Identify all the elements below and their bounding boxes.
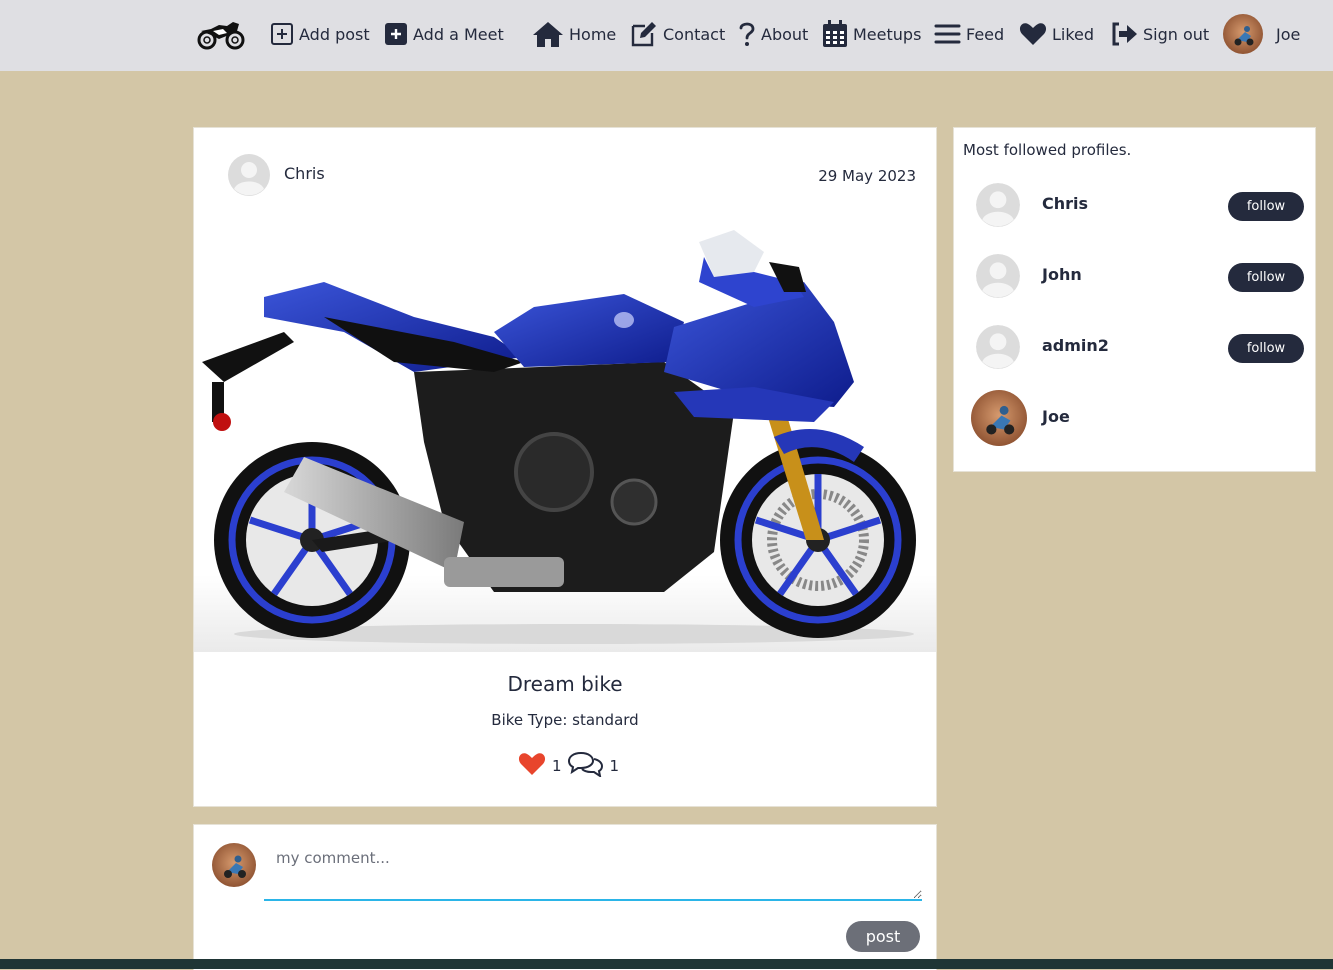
follow-button[interactable]: follow	[1228, 192, 1304, 221]
post-date: 29 May 2023	[818, 167, 916, 185]
heart-icon	[1019, 22, 1047, 46]
comment-user-avatar[interactable]	[212, 843, 256, 887]
profile-avatar[interactable]	[976, 325, 1020, 369]
nav-add-meet[interactable]: Add a Meet	[384, 18, 504, 50]
profile-row: Joe	[954, 390, 1315, 446]
nav-user-name: Joe	[1276, 24, 1301, 44]
post-stats: 1 1	[518, 751, 619, 781]
plus-square-icon	[270, 22, 294, 46]
nav-about-label: About	[761, 24, 809, 44]
nav-feed-label: Feed	[966, 24, 1005, 44]
nav-contact[interactable]: Contact	[630, 18, 725, 50]
nav-about[interactable]: About	[738, 18, 808, 50]
profile-avatar[interactable]	[976, 183, 1020, 227]
motorcycle-logo-icon[interactable]	[197, 17, 245, 51]
comment-form: post	[193, 824, 937, 970]
profile-name[interactable]: Joe	[1042, 407, 1070, 426]
profile-row: Chris follow	[954, 180, 1315, 230]
post-card: Chris 29 May 2023 Dream bike Bike Type: …	[193, 127, 937, 807]
like-heart-icon[interactable]	[518, 752, 546, 780]
edit-icon	[630, 20, 658, 48]
nav-add-post-label: Add post	[299, 24, 370, 44]
navbar: Add post Add a Meet Home Contact About M…	[0, 0, 1333, 71]
profile-name[interactable]: John	[1042, 265, 1082, 284]
nav-meetups-label: Meetups	[853, 24, 922, 44]
sidebar-title: Most followed profiles.	[963, 141, 1132, 159]
nav-meetups[interactable]: Meetups	[822, 18, 921, 50]
profile-name[interactable]: admin2	[1042, 336, 1109, 355]
post-bike-type: Bike Type: standard	[491, 711, 639, 729]
nav-contact-label: Contact	[663, 24, 726, 44]
nav-add-post[interactable]: Add post	[270, 18, 370, 50]
comment-textarea[interactable]	[264, 837, 922, 901]
profile-row: admin2 follow	[954, 322, 1315, 372]
avatar	[1223, 14, 1263, 54]
nav-add-meet-label: Add a Meet	[413, 24, 504, 44]
nav-home-label: Home	[569, 24, 617, 44]
nav-liked-label: Liked	[1052, 24, 1095, 44]
nav-feed[interactable]: Feed	[934, 18, 1004, 50]
profile-name[interactable]: Chris	[1042, 194, 1088, 213]
nav-user-profile[interactable]: Joe	[1223, 14, 1300, 54]
plus-square-filled-icon	[384, 22, 408, 46]
most-followed-profiles: Most followed profiles. Chris follow Joh…	[953, 127, 1316, 472]
nav-sign-out-label: Sign out	[1143, 24, 1210, 44]
question-icon	[738, 21, 756, 47]
profile-row: John follow	[954, 251, 1315, 301]
comments-count: 1	[609, 757, 620, 775]
profile-avatar[interactable]	[976, 254, 1020, 298]
sign-out-icon	[1110, 21, 1138, 47]
post-image[interactable]	[194, 222, 936, 652]
nav-liked[interactable]: Liked	[1019, 18, 1094, 50]
follow-button[interactable]: follow	[1228, 334, 1304, 363]
post-owner-name[interactable]: Chris	[284, 164, 325, 183]
post-title[interactable]: Dream bike	[194, 672, 936, 696]
post-comment-button[interactable]: post	[846, 921, 920, 952]
nav-home[interactable]: Home	[532, 18, 616, 50]
home-icon	[532, 20, 564, 48]
post-owner-avatar[interactable]	[228, 154, 270, 196]
feed-lines-icon	[934, 22, 961, 46]
calendar-icon	[822, 20, 848, 48]
follow-button[interactable]: follow	[1228, 263, 1304, 292]
likes-count: 1	[552, 757, 562, 775]
nav-sign-out[interactable]: Sign out	[1110, 18, 1209, 50]
profile-avatar[interactable]	[971, 390, 1027, 446]
os-taskbar	[0, 959, 1333, 969]
comments-icon[interactable]	[567, 751, 604, 781]
